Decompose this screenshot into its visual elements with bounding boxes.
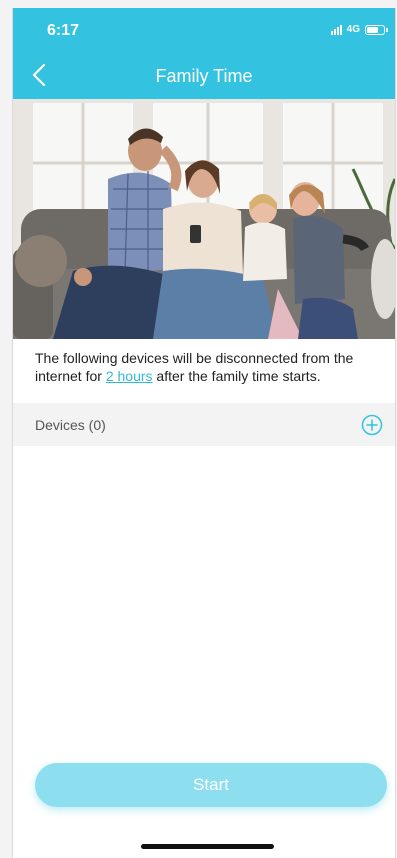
battery-icon xyxy=(365,24,388,35)
devices-label: Devices (0) xyxy=(35,416,106,433)
signal-icon xyxy=(330,24,342,35)
page-title: Family Time xyxy=(155,66,253,86)
family-hero-image xyxy=(13,99,395,339)
description-text-end: after the family time starts. xyxy=(152,368,321,384)
home-indicator xyxy=(141,844,274,849)
disconnect-description: The following devices will be disconnect… xyxy=(35,349,391,385)
status-time: 6:17 xyxy=(47,22,80,39)
network-type: 4G xyxy=(346,24,360,35)
add-device-icon[interactable] xyxy=(361,414,383,436)
app-header: 6:17 4G Family Time xyxy=(13,8,395,99)
start-button[interactable]: Start xyxy=(35,763,387,807)
status-indicators: 4G xyxy=(330,24,388,35)
duration-link[interactable]: 2 hours xyxy=(106,368,153,384)
devices-section-header: Devices (0) xyxy=(13,403,395,446)
phone-screen: 6:17 4G Family Time The following device… xyxy=(12,8,396,858)
